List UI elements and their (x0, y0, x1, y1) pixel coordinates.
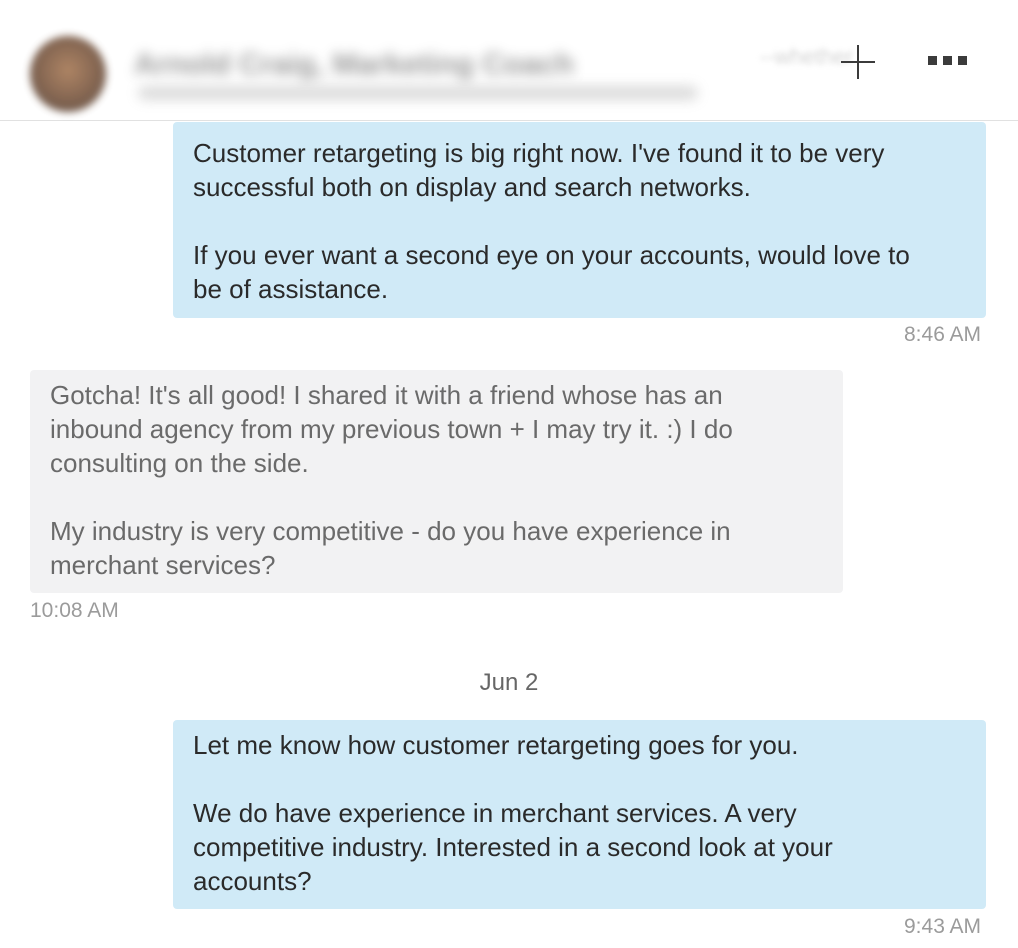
dot (928, 55, 937, 65)
date-separator: Jun 2 (479, 669, 539, 696)
message-timestamp: 9:43 AM (904, 915, 982, 938)
contact-subtitle (138, 86, 698, 100)
message-bubble-outgoing[interactable]: Let me know how customer retargeting goe… (173, 720, 986, 909)
message-text: My industry is very competitive - do you… (50, 516, 731, 580)
message-timestamp: 8:46 AM (904, 323, 982, 346)
conversation-window: Arnold Craig, Marketing Coach --whether … (0, 0, 1018, 948)
conversation-header: Arnold Craig, Marketing Coach --whether (0, 0, 1018, 121)
more-icon[interactable] (928, 52, 972, 68)
message-text: We do have experience in merchant servic… (193, 798, 833, 896)
message-bubble-incoming[interactable]: Gotcha! It's all good! I shared it with … (30, 370, 843, 593)
contact-name[interactable]: Arnold Craig, Marketing Coach (134, 48, 574, 81)
message-text: Let me know how customer retargeting goe… (193, 730, 799, 760)
message-text: Gotcha! It's all good! I shared it with … (50, 380, 733, 478)
dot (958, 55, 967, 65)
dot (943, 55, 952, 65)
message-preview: --whether (760, 44, 853, 69)
avatar[interactable] (30, 36, 106, 112)
message-bubble-outgoing[interactable]: Customer retargeting is big right now. I… (173, 122, 986, 318)
message-text: If you ever want a second eye on your ac… (193, 240, 910, 304)
message-timestamp: 10:08 AM (30, 599, 119, 622)
message-text: Customer retargeting is big right now. I… (193, 138, 885, 202)
plus-icon[interactable] (840, 44, 876, 80)
